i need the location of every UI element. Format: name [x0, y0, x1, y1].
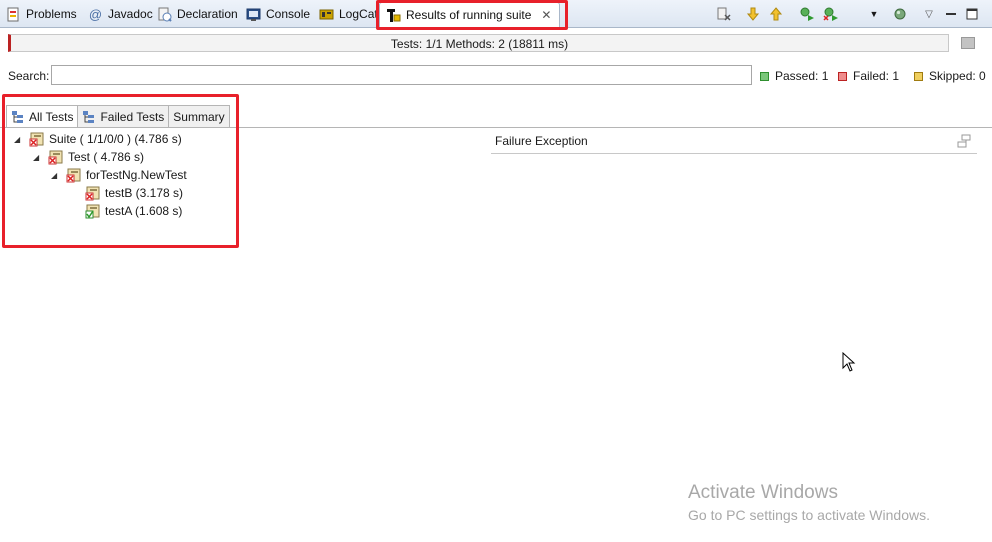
expand-arrow-icon[interactable]: ◢ [33, 153, 42, 162]
tree-view-icon [82, 110, 96, 124]
maximize-icon[interactable] [964, 6, 980, 22]
at-sign-icon: @ [88, 6, 103, 22]
skipped-label: Skipped: 0 [929, 69, 986, 83]
test-failed-icon [48, 150, 64, 165]
failed-x-icon [838, 71, 847, 81]
tree-node-label: Suite ( 1/1/0/0 ) (4.786 s) [49, 132, 182, 146]
tab-label: Declaration [177, 7, 238, 21]
declaration-icon [157, 7, 172, 22]
tab-all-tests[interactable]: All Tests [6, 105, 79, 128]
mouse-cursor-icon [842, 352, 856, 372]
tab-results-of-running-suite[interactable]: Results of running suite ✕ [379, 2, 561, 27]
compare-result-icon[interactable] [957, 134, 972, 149]
results-view-tabs: All Tests Failed Tests Summary [6, 105, 230, 128]
tree-node-label: testA (1.608 s) [105, 204, 183, 218]
close-icon[interactable]: ✕ [541, 8, 551, 22]
tree-node-method-testb[interactable]: testB (3.178 s) [85, 184, 183, 202]
test-failed-icon [85, 186, 101, 201]
tree-node-method-testa[interactable]: testA (1.608 s) [85, 202, 182, 220]
progress-text: Tests: 1/1 Methods: 2 (18811 ms) [390, 37, 569, 51]
test-failed-icon [29, 132, 45, 147]
tab-summary[interactable]: Summary [168, 105, 230, 128]
rerun-icon[interactable] [799, 6, 815, 22]
tree-node-class[interactable]: ◢ forTestNg.NewTest [51, 166, 187, 184]
scroll-lock-icon[interactable] [716, 6, 732, 22]
tab-label: Failed Tests [100, 110, 165, 124]
expand-arrow-icon[interactable]: ◢ [51, 171, 60, 180]
search-input[interactable] [51, 65, 752, 85]
console-icon [246, 7, 261, 22]
problems-icon [6, 7, 21, 22]
tree-node-suite[interactable]: ◢ Suite ( 1/1/0/0 ) (4.786 s) [14, 130, 182, 148]
skipped-icon [914, 71, 923, 81]
test-passed-icon [85, 204, 101, 219]
tab-failed-tests[interactable]: Failed Tests [77, 105, 170, 128]
view-tab-bar: Problems @ Javadoc Declaration Console L… [0, 0, 992, 28]
progress-bar: Tests: 1/1 Methods: 2 (18811 ms) [8, 34, 949, 52]
tab-javadoc[interactable]: @ Javadoc [88, 4, 153, 24]
tree-node-label: forTestNg.NewTest [86, 168, 187, 182]
search-label: Search: [8, 69, 50, 83]
tab-label: LogCat [339, 7, 378, 21]
next-failure-arrow-down-icon[interactable] [745, 6, 761, 22]
tab-divider [0, 127, 992, 128]
failed-count: Failed: 1 [838, 69, 899, 83]
tab-console[interactable]: Console [246, 4, 310, 24]
passed-check-icon [760, 71, 769, 81]
minimize-icon[interactable] [943, 6, 959, 22]
passed-count: Passed: 1 [760, 69, 828, 83]
failure-exception-title: Failure Exception [495, 134, 588, 148]
tab-label: Javadoc [108, 7, 153, 21]
activate-windows-subtext: Go to PC settings to activate Windows. [688, 507, 930, 523]
previous-failure-arrow-up-icon[interactable] [768, 6, 784, 22]
tab-label: Problems [26, 7, 77, 21]
tab-logcat[interactable]: LogCat [319, 4, 378, 24]
rerun-failed-icon[interactable] [823, 6, 839, 22]
testng-icon [386, 8, 401, 23]
tree-node-label: testB (3.178 s) [105, 186, 184, 200]
failure-panel-divider [491, 153, 977, 154]
activate-windows-watermark: Activate Windows [688, 482, 838, 503]
tree-node-label: Test ( 4.786 s) [68, 150, 145, 164]
skipped-count: Skipped: 0 [914, 69, 986, 83]
tab-label: All Tests [29, 110, 74, 124]
tab-label: Console [266, 7, 311, 21]
test-failed-icon [66, 168, 82, 183]
failed-label: Failed: 1 [853, 69, 900, 83]
layout-toggle-icon[interactable] [961, 37, 975, 49]
expand-arrow-icon[interactable]: ◢ [14, 135, 23, 144]
tree-node-test[interactable]: ◢ Test ( 4.786 s) [33, 148, 144, 166]
tab-problems[interactable]: Problems [6, 4, 77, 24]
tab-label: Results of running suite [406, 8, 532, 22]
tab-declaration[interactable]: Declaration [157, 4, 238, 24]
minimize-chevron-icon[interactable]: ▽ [921, 6, 937, 22]
logcat-icon [319, 7, 334, 22]
view-menu-chevron-down-icon[interactable]: ▼ [866, 6, 882, 22]
tree-view-icon [11, 110, 25, 124]
tab-label: Summary [173, 110, 225, 124]
passed-label: Passed: 1 [775, 69, 829, 83]
status-ball-icon [892, 6, 908, 22]
